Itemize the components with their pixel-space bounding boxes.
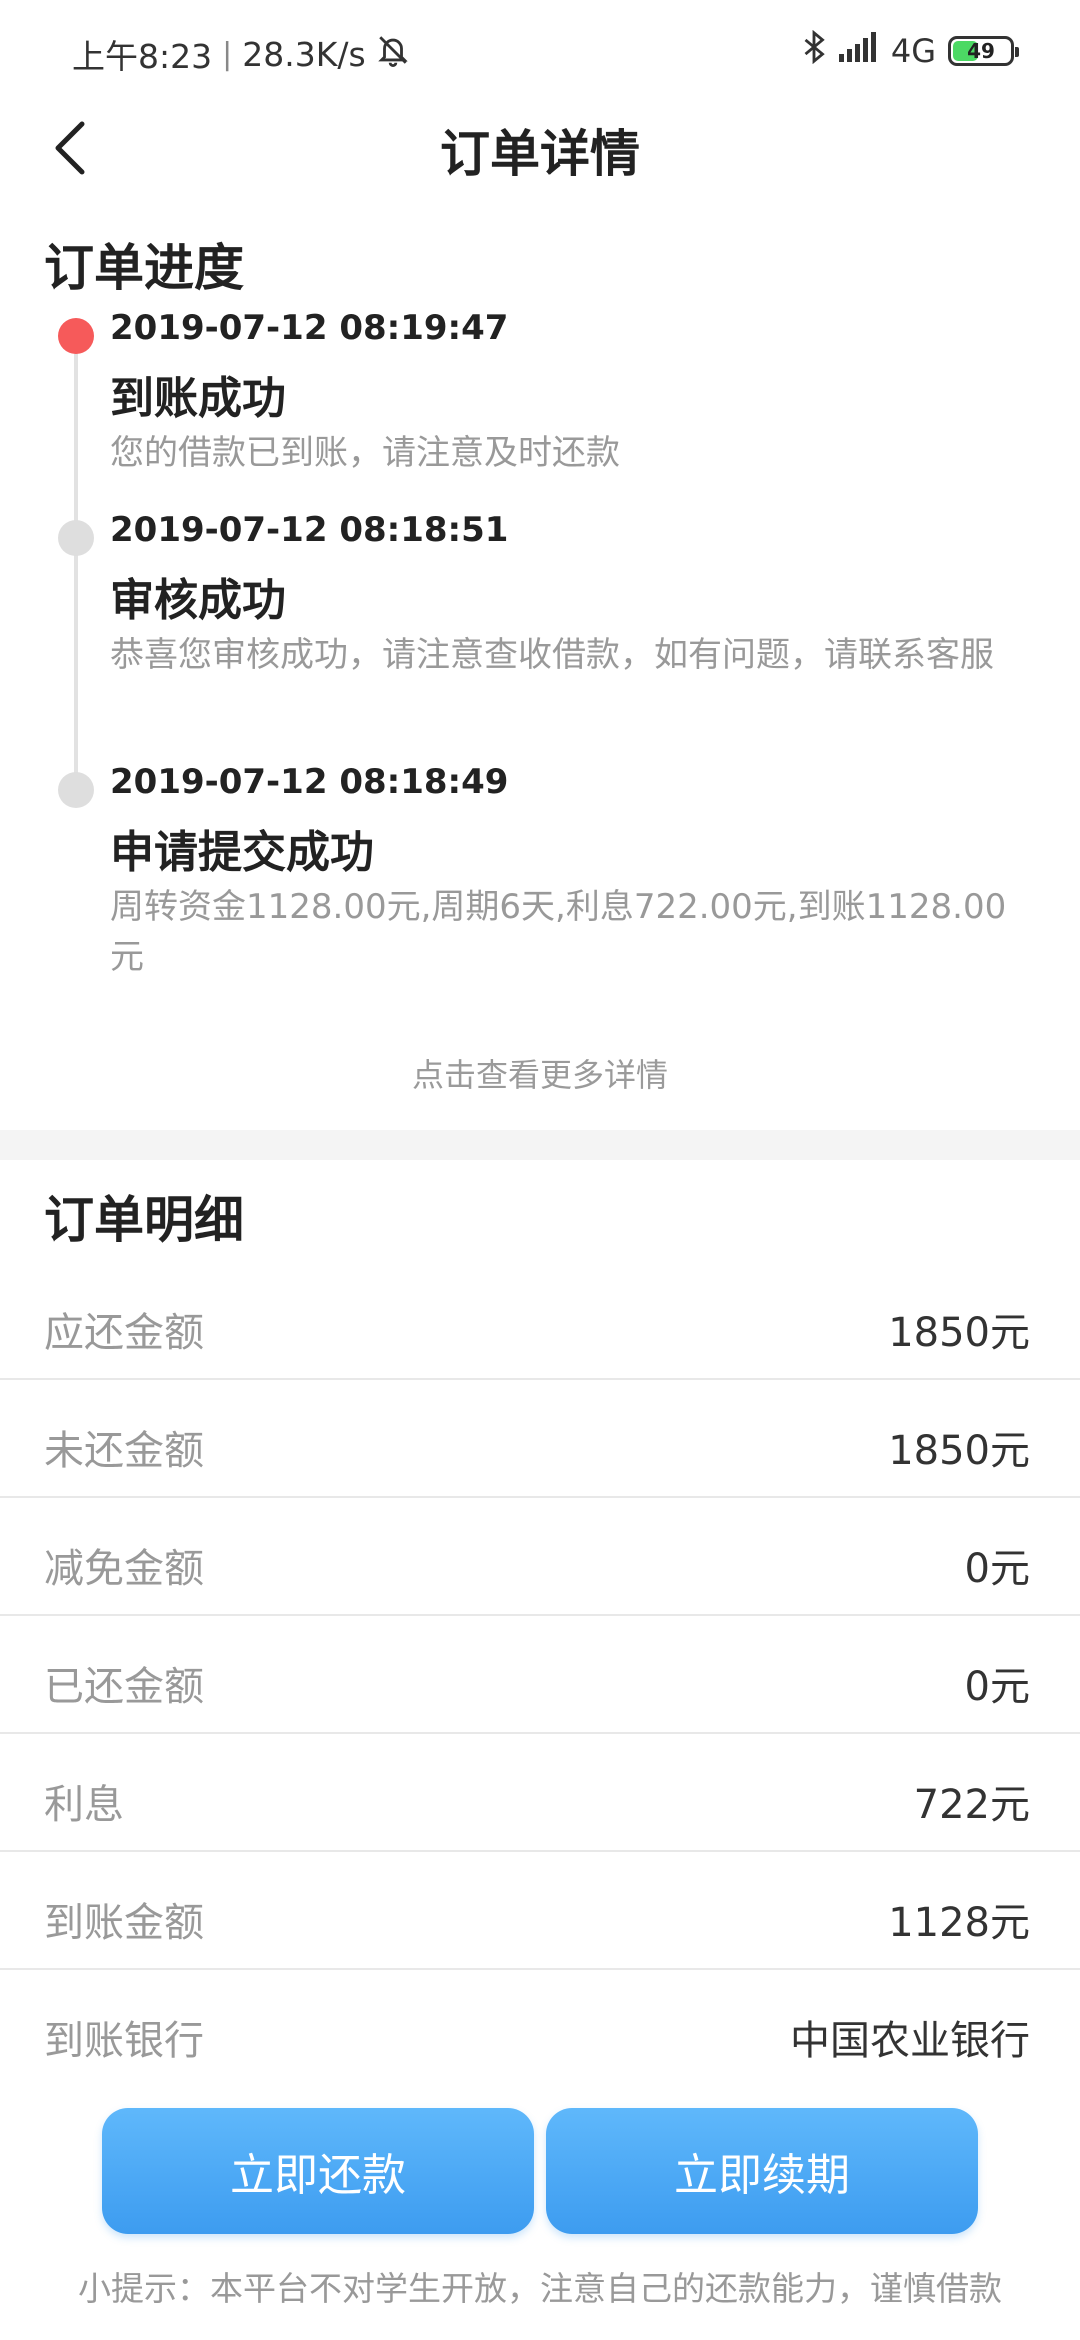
detail-label: 应还金额 — [44, 1310, 204, 1356]
timeline-status: 申请提交成功 — [110, 827, 374, 878]
detail-value: 722元 — [913, 1782, 1030, 1828]
status-time: 上午8:23 — [72, 37, 213, 76]
timeline-status: 到账成功 — [110, 373, 286, 424]
status-left: 上午8:23 | 28.3K/s — [72, 30, 410, 78]
bluetooth-icon — [801, 29, 827, 72]
battery-icon: 49 — [948, 36, 1019, 66]
renew-now-button[interactable]: 立即续期 — [546, 2108, 978, 2234]
timeline-desc: 恭喜您审核成功，请注意查收借款，如有问题，请联系客服 — [110, 635, 994, 675]
detail-row-received-amount: 到账金额 1128元 — [0, 1852, 1080, 1970]
timeline-dot — [58, 520, 94, 556]
repay-now-button[interactable]: 立即还款 — [102, 2108, 534, 2234]
battery-level: 49 — [967, 39, 995, 63]
signal-icon — [838, 32, 879, 70]
page-title: 订单详情 — [440, 125, 640, 183]
timeline-time: 2019-07-12 08:19:47 — [110, 308, 509, 348]
detail-row-bank: 到账银行 中国农业银行 — [0, 1970, 1080, 2088]
more-details-link[interactable]: 点击查看更多详情 — [0, 1050, 1080, 1096]
timeline-status: 审核成功 — [110, 575, 286, 626]
detail-value: 1850元 — [888, 1310, 1030, 1356]
detail-row-due-amount: 应还金额 1850元 — [0, 1262, 1080, 1380]
status-network-speed: 28.3K/s — [242, 34, 366, 74]
status-bar: 上午8:23 | 28.3K/s 4G 49 — [0, 0, 1080, 100]
details-section-title: 订单明细 — [44, 1191, 244, 1249]
detail-label: 已还金额 — [44, 1664, 204, 1710]
detail-value: 0元 — [964, 1546, 1030, 1592]
nav-bar: 订单详情 — [0, 100, 1080, 190]
detail-row-unpaid-amount: 未还金额 1850元 — [0, 1380, 1080, 1498]
detail-value: 1128元 — [888, 1900, 1030, 1946]
timeline-desc: 周转资金1128.00元,周期6天,利息722.00元,到账1128.00元 — [110, 887, 1007, 977]
network-type: 4G — [890, 32, 936, 70]
detail-label: 未还金额 — [44, 1428, 204, 1474]
timeline-time: 2019-07-12 08:18:49 — [110, 762, 509, 802]
section-divider — [0, 1130, 1080, 1160]
status-separator: | — [222, 36, 233, 72]
timeline-dot — [58, 772, 94, 808]
detail-label: 到账银行 — [44, 2018, 204, 2064]
timeline-line — [74, 338, 78, 788]
detail-value: 中国农业银行 — [790, 2018, 1030, 2064]
detail-label: 减免金额 — [44, 1546, 204, 1592]
detail-row-paid-amount: 已还金额 0元 — [0, 1616, 1080, 1734]
timeline-time: 2019-07-12 08:18:51 — [110, 510, 509, 550]
mute-bell-icon — [376, 33, 410, 75]
timeline-desc: 您的借款已到账，请注意及时还款 — [110, 433, 620, 473]
detail-value: 1850元 — [888, 1428, 1030, 1474]
detail-value: 0元 — [964, 1664, 1030, 1710]
tip-text: 小提示：本平台不对学生开放，注意自己的还款能力，谨慎借款 — [78, 2269, 1002, 2308]
detail-row-waived-amount: 减免金额 0元 — [0, 1498, 1080, 1616]
detail-label: 到账金额 — [44, 1900, 204, 1946]
progress-section-title: 订单进度 — [44, 239, 244, 297]
status-right: 4G 49 — [801, 29, 1019, 72]
detail-label: 利息 — [44, 1782, 124, 1828]
detail-row-interest: 利息 722元 — [0, 1734, 1080, 1852]
timeline-dot-active — [58, 318, 94, 354]
